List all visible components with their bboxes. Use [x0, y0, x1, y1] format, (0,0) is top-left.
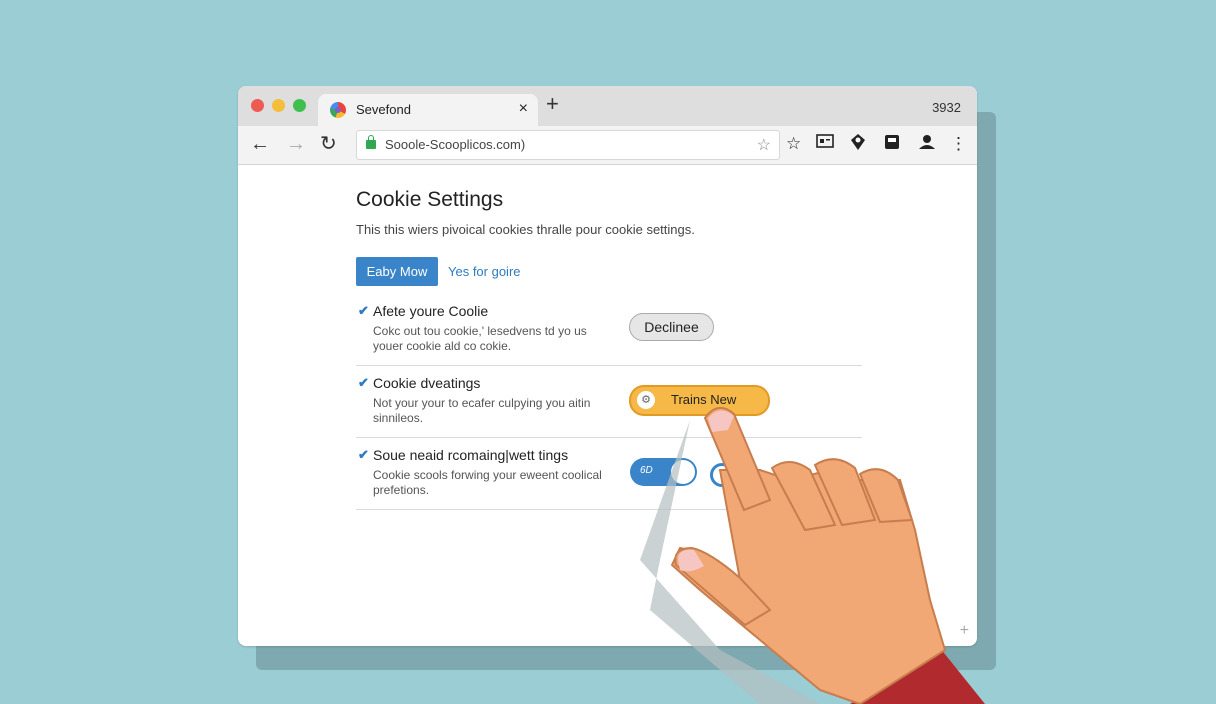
pointing-hand-illustration [640, 407, 985, 704]
